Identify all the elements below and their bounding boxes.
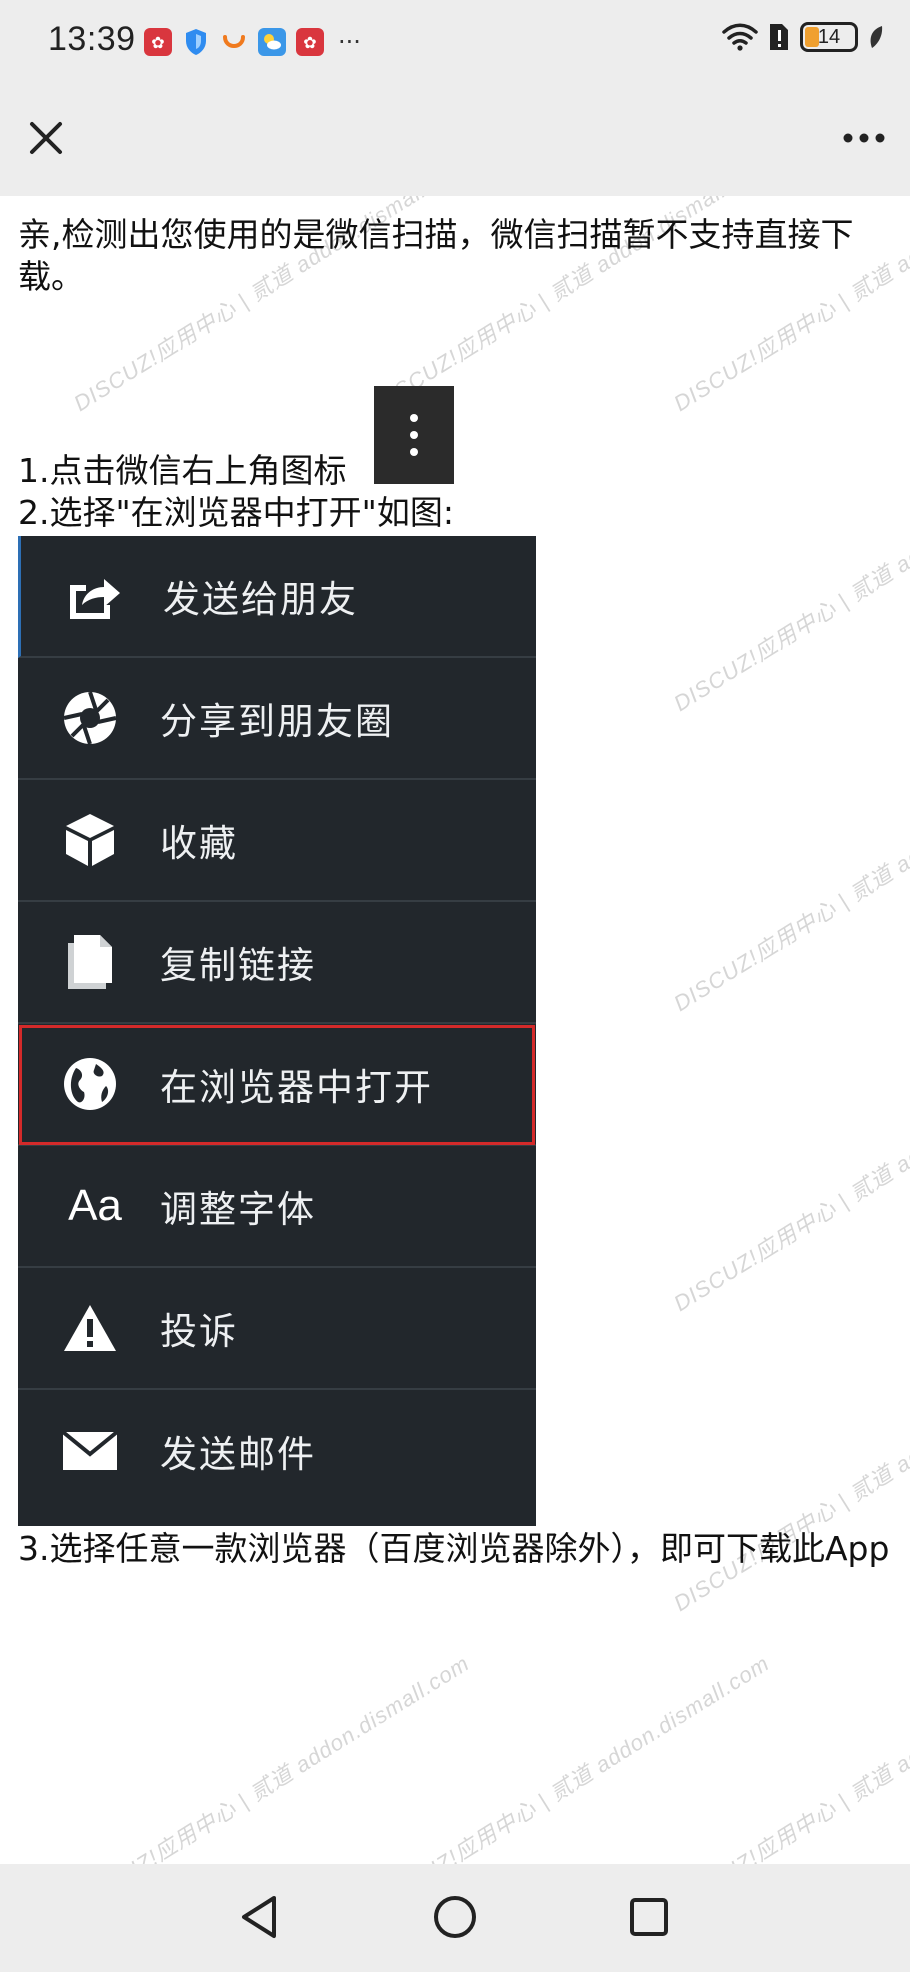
menu-item-label: 分享到朋友圈 (160, 700, 394, 743)
wifi-icon (722, 23, 758, 51)
menu-item-copy-link: 复制链接 (18, 902, 536, 1024)
menu-item-label: 投诉 (160, 1310, 238, 1353)
huawei-app-icon: ✿ (144, 28, 172, 56)
menu-item-share-moments: 分享到朋友圈 (18, 658, 536, 780)
watermark: DISCUZ!应用中心 | 贰道 addon.dismall.com (669, 450, 910, 717)
watermark: DISCUZ!应用中心 | 贰道 addon.dismall.com (669, 1350, 910, 1617)
menu-item-label: 收藏 (160, 822, 238, 865)
page-content: DISCUZ!应用中心 | 贰道 addon.dismall.com DISCU… (0, 196, 910, 1864)
step2-text: 2.选择"在浏览器中打开"如图: (18, 493, 454, 532)
step1-text: 1.点击微信右上角图标 (18, 451, 347, 490)
intro-text: 亲,检测出您使用的是微信扫描，微信扫描暂不支持直接下载。 (18, 215, 854, 296)
watermark: DISCUZ!应用中心 | 贰道 addon.dismall.com (669, 750, 910, 1017)
menu-item-favorite: 收藏 (18, 780, 536, 902)
recent-square-icon[interactable] (628, 1896, 670, 1938)
leaf-icon (870, 26, 883, 48)
mail-icon (60, 1421, 120, 1481)
menu-item-send-to-friend: 发送给朋友 (18, 536, 536, 658)
font-icon: Aa (68, 1181, 122, 1230)
step3-text: 3.选择任意一款浏览器（百度浏览器除外），即可下载此App (18, 1529, 890, 1568)
more-dots-icon[interactable] (840, 126, 888, 150)
menu-item-report: 投诉 (18, 1268, 536, 1390)
share-icon (63, 566, 123, 626)
watermark: DISCUZ!应用中心 | 贰道 addon.dismall.com (69, 1650, 474, 1864)
status-bar: 13:39 ✿ ✿ ··· 14 (0, 0, 910, 86)
huawei-app-icon: ✿ (296, 28, 324, 56)
cube-icon (60, 810, 120, 870)
system-nav-bar (0, 1864, 910, 1972)
status-time: 13:39 (48, 20, 136, 58)
sim-alert-icon (770, 24, 788, 50)
app-icon-orange (220, 28, 248, 56)
warning-icon (60, 1298, 120, 1358)
menu-item-label: 在浏览器中打开 (160, 1066, 433, 1109)
menu-item-open-in-browser: 在浏览器中打开 (18, 1024, 536, 1146)
globe-icon (60, 1054, 120, 1114)
weather-icon (258, 28, 286, 56)
watermark: DISCUZ!应用中心 | 贰道 addon.dismall.com (669, 1050, 910, 1317)
status-right-icons: 14 (722, 22, 884, 52)
title-bar (0, 86, 910, 196)
shield-icon (182, 28, 210, 56)
copy-icon (60, 932, 120, 992)
menu-item-adjust-font: Aa 调整字体 (18, 1146, 536, 1268)
menu-item-label: 复制链接 (160, 944, 316, 987)
menu-item-send-email: 发送邮件 (18, 1390, 536, 1512)
moments-icon (60, 688, 120, 748)
wechat-menu-icon-image (374, 386, 454, 484)
menu-item-label: 发送给朋友 (163, 578, 358, 621)
home-circle-icon[interactable] (432, 1894, 478, 1940)
more-notifications: ··· (338, 28, 361, 56)
notification-icons: ✿ ✿ ··· (144, 28, 361, 56)
battery-indicator: 14 (800, 22, 858, 52)
back-triangle-icon[interactable] (238, 1894, 282, 1940)
menu-item-label: 发送邮件 (160, 1433, 316, 1476)
close-icon[interactable] (24, 116, 68, 160)
menu-item-label: 调整字体 (160, 1188, 316, 1231)
wechat-menu-screenshot: 发送给朋友 分享到朋友圈 收藏 复制链接 在浏览器中打开 Aa 调整字体 投诉 … (18, 536, 536, 1526)
